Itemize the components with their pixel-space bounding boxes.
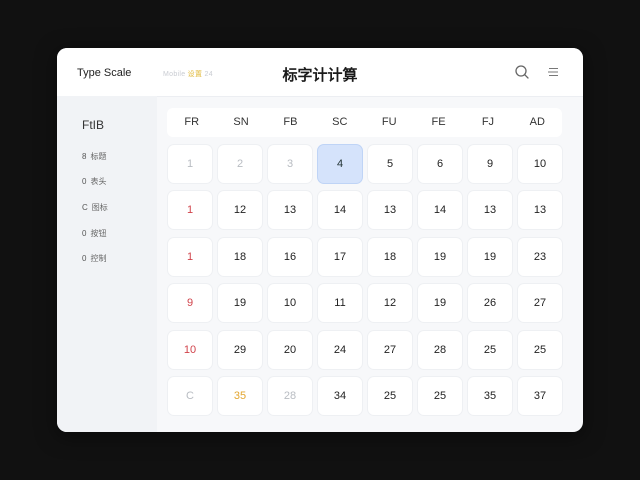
grid-cell[interactable]: 19: [468, 238, 512, 276]
grid-cell[interactable]: C: [168, 377, 212, 415]
grid-cell[interactable]: 28: [268, 377, 312, 415]
grid-cell[interactable]: 23: [518, 238, 562, 276]
grid-cell[interactable]: 18: [368, 238, 412, 276]
column-header: SC: [332, 116, 348, 128]
grid-cell[interactable]: 6: [418, 145, 462, 183]
grid-cell[interactable]: 4: [318, 145, 362, 183]
grid-cell[interactable]: 3: [268, 145, 312, 183]
grid-cell[interactable]: 10: [268, 284, 312, 322]
grid-cell[interactable]: 25: [468, 331, 512, 369]
column-header: FB: [283, 116, 298, 128]
sidebar-item-label: 图标: [91, 203, 108, 212]
sidebar-item-1[interactable]: 8 标题: [82, 151, 106, 162]
search-button[interactable]: [514, 64, 530, 80]
grid-cell[interactable]: 12: [218, 191, 262, 229]
sidebar-item-4[interactable]: 0 按钮: [82, 228, 106, 239]
sidebar-item-marker: C: [82, 203, 88, 212]
grid-cell[interactable]: 5: [368, 145, 412, 183]
sidebar-item-label: 控制: [90, 254, 107, 263]
grid-cell[interactable]: 10: [518, 145, 562, 183]
grid-cell[interactable]: 13: [268, 191, 312, 229]
grid-cell[interactable]: 18: [218, 238, 262, 276]
sidebar: FtIB 8 标题 0 表头 C 图标 0 按钮 0 控制: [57, 96, 157, 432]
search-icon: [515, 65, 529, 79]
grid-cell[interactable]: 13: [368, 191, 412, 229]
grid-cell[interactable]: 28: [418, 331, 462, 369]
sidebar-item-5[interactable]: 0 控制: [82, 253, 106, 264]
grid-cell[interactable]: 1: [168, 145, 212, 183]
grid-cell[interactable]: 2: [218, 145, 262, 183]
grid-cell[interactable]: 13: [468, 191, 512, 229]
grid-cell[interactable]: 19: [418, 238, 462, 276]
grid-cell[interactable]: 25: [418, 377, 462, 415]
column-header: AD: [529, 116, 545, 128]
grid-cell[interactable]: 29: [218, 331, 262, 369]
grid-cell[interactable]: 27: [518, 284, 562, 322]
sidebar-item-2[interactable]: 0 表头: [82, 176, 106, 187]
grid-cell[interactable]: 10: [168, 331, 212, 369]
grid-cell[interactable]: 34: [318, 377, 362, 415]
sidebar-item-marker: 0: [82, 229, 87, 238]
page-title: 标字计计算: [282, 67, 358, 84]
column-header: FR: [184, 116, 200, 128]
grid-cell[interactable]: 1: [168, 238, 212, 276]
grid-cell[interactable]: 25: [368, 377, 412, 415]
grid-cell[interactable]: 20: [268, 331, 312, 369]
grid-cell[interactable]: 17: [318, 238, 362, 276]
column-header: FU: [381, 116, 397, 128]
grid-cell[interactable]: 25: [518, 331, 562, 369]
grid-cell[interactable]: 14: [418, 191, 462, 229]
grid-cell[interactable]: 13: [518, 191, 562, 229]
grid-cell[interactable]: 19: [218, 284, 262, 322]
header-bar: Type Scale Mobile 设置 24 标字计计算: [57, 48, 583, 97]
sidebar-item-3[interactable]: C 图标: [82, 202, 108, 213]
grid-cell[interactable]: 26: [468, 284, 512, 322]
grid-cell[interactable]: 37: [518, 377, 562, 415]
grid-cell[interactable]: 24: [318, 331, 362, 369]
column-header: SN: [233, 116, 249, 128]
menu-icon: [548, 67, 558, 77]
grid-cell[interactable]: 19: [418, 284, 462, 322]
app-window: Type Scale Mobile 设置 24 标字计计算 FtIB 8 标题 0…: [57, 48, 583, 432]
grid-cell[interactable]: 35: [468, 377, 512, 415]
grid-cell[interactable]: 16: [268, 238, 312, 276]
sidebar-item-marker: 0: [82, 254, 87, 263]
grid-cell[interactable]: 9: [168, 284, 212, 322]
grid-cell[interactable]: 14: [318, 191, 362, 229]
sidebar-item-label: 标题: [90, 152, 107, 161]
sidebar-item-label: 按钮: [90, 229, 107, 238]
grid-cell[interactable]: 9: [468, 145, 512, 183]
grid-cell[interactable]: 1: [168, 191, 212, 229]
grid-header: FR SN FB SC FU FE FJ AD: [167, 108, 562, 137]
column-header: FE: [431, 116, 446, 128]
sidebar-item-label: 表头: [90, 177, 107, 186]
sidebar-heading: FtIB: [82, 118, 105, 132]
sidebar-item-marker: 0: [82, 177, 87, 186]
grid-cell[interactable]: 27: [368, 331, 412, 369]
grid-cell[interactable]: 11: [318, 284, 362, 322]
menu-button[interactable]: [545, 64, 561, 80]
grid-cell[interactable]: 12: [368, 284, 412, 322]
column-header: FJ: [481, 116, 495, 128]
grid-cell[interactable]: 35: [218, 377, 262, 415]
sidebar-item-marker: 8: [82, 152, 87, 161]
